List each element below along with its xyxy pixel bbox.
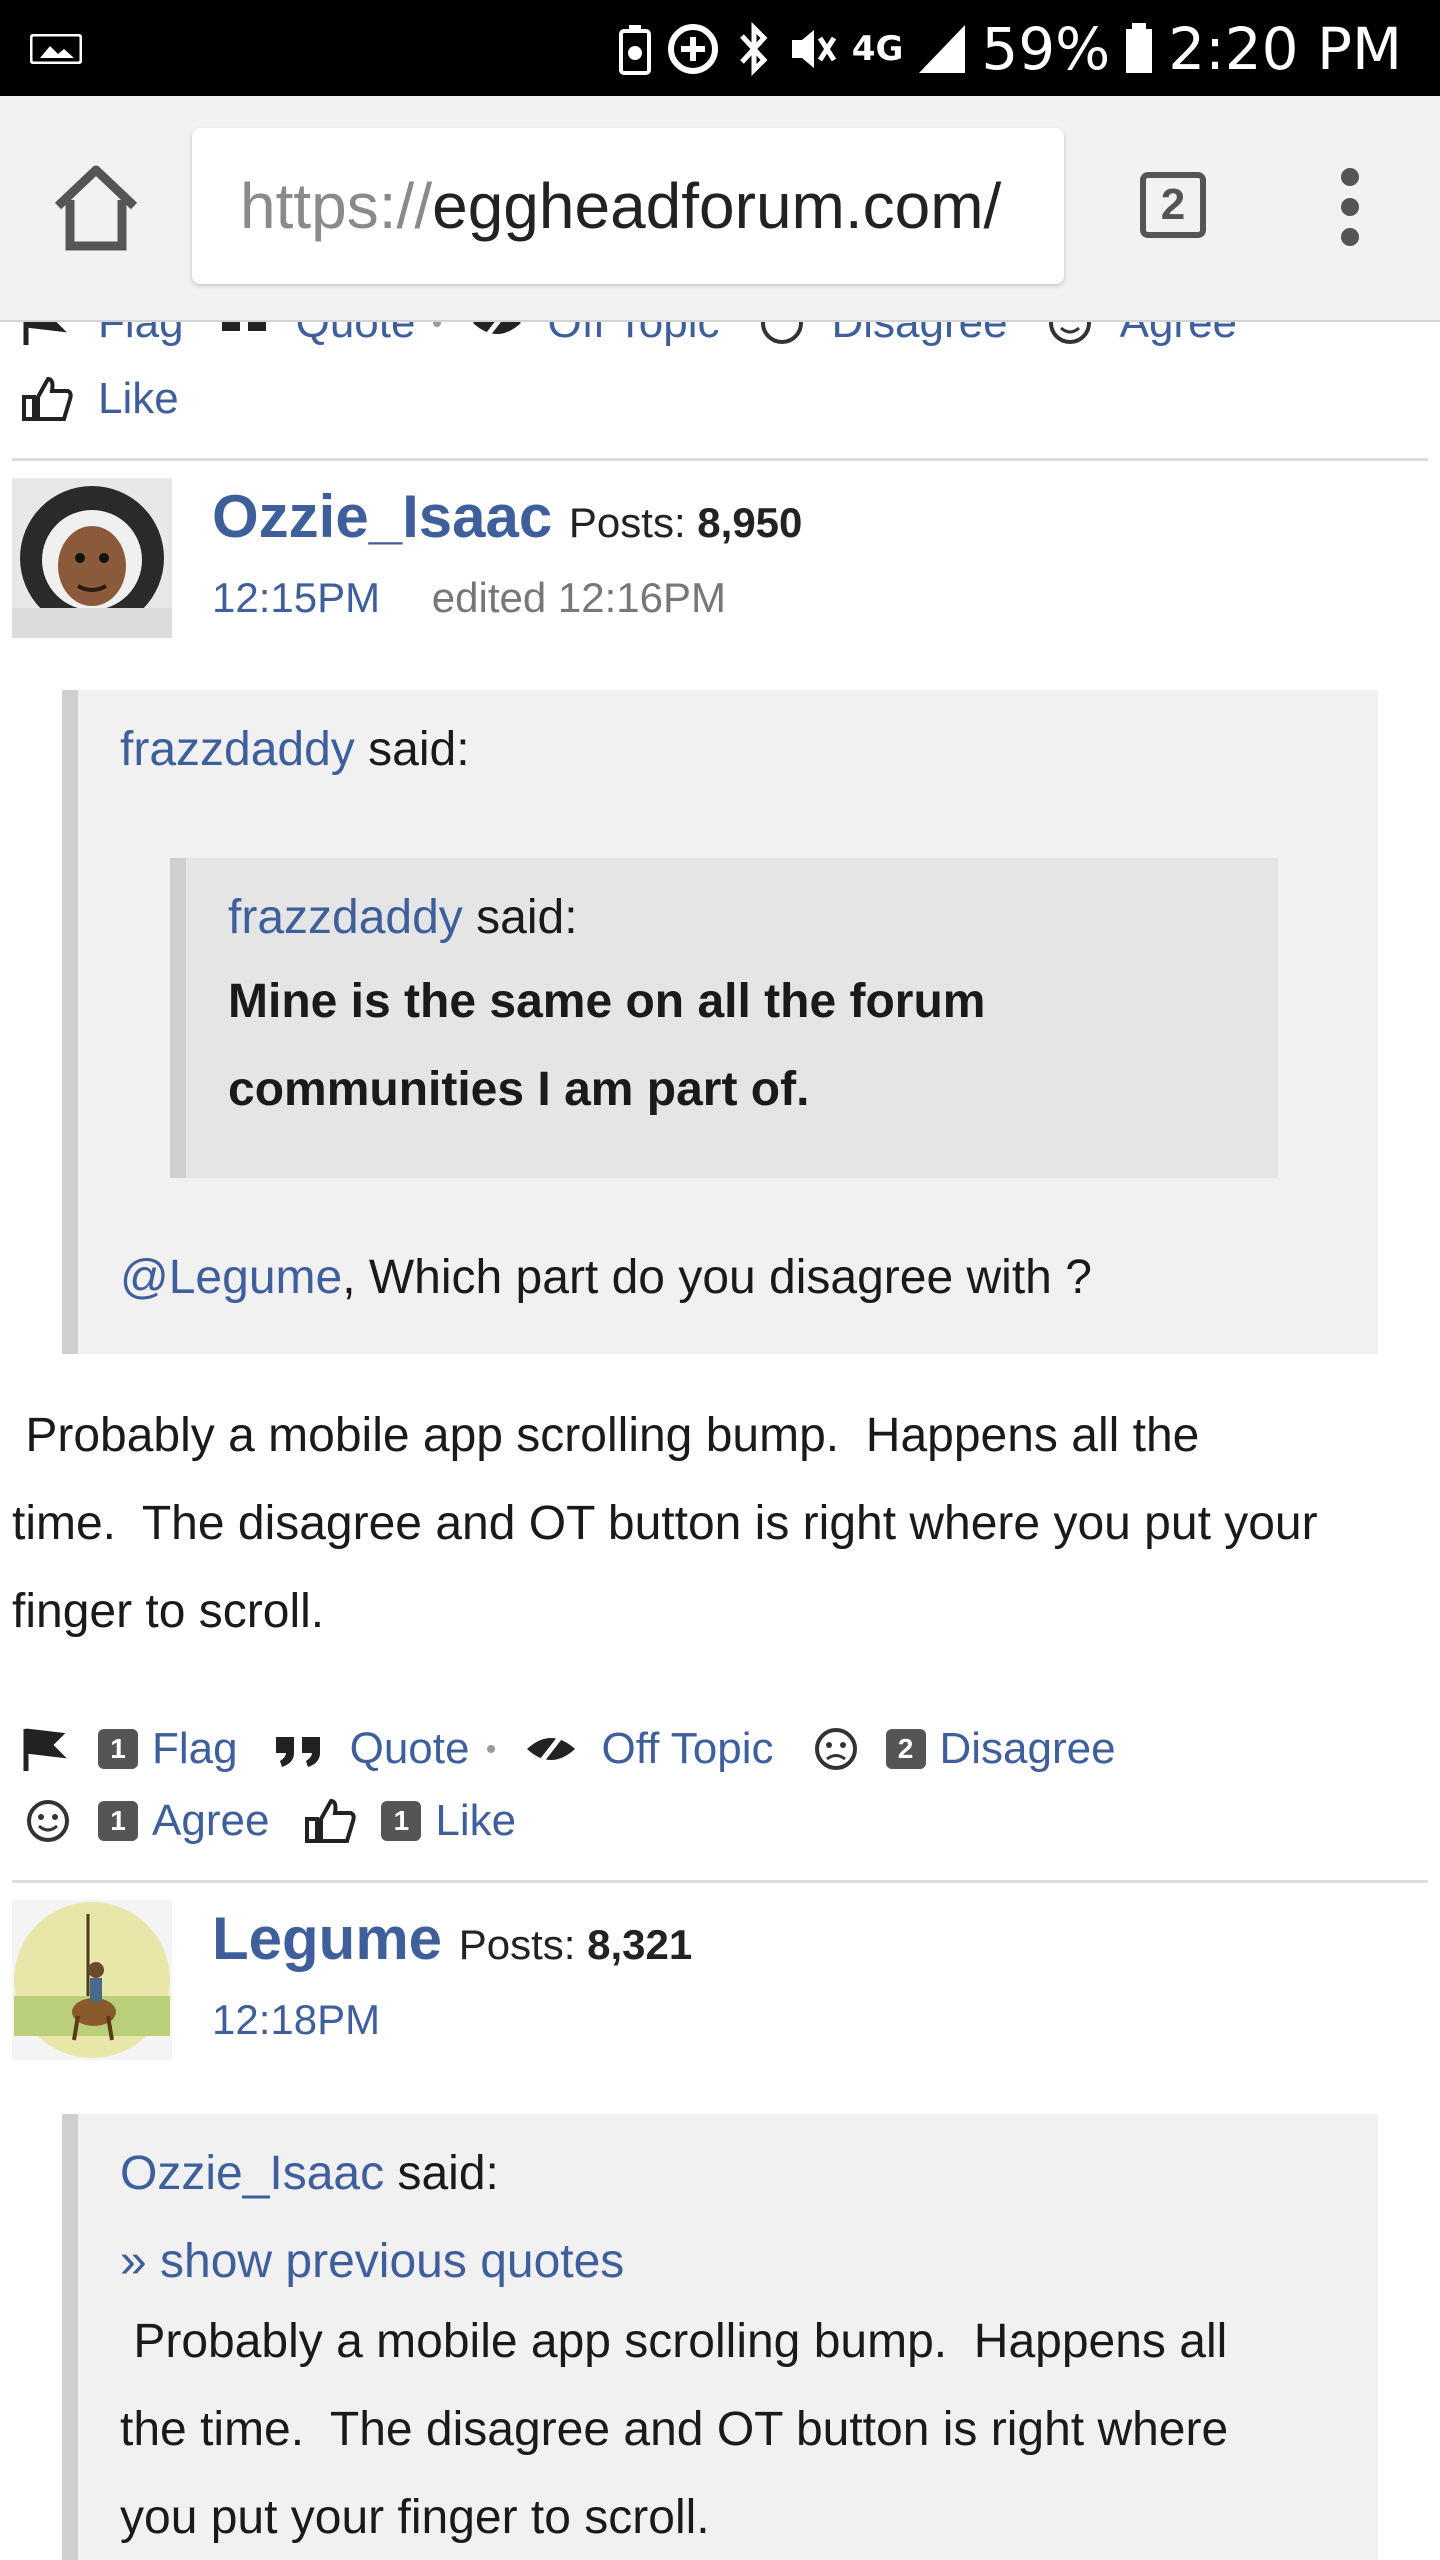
network-type: 4G bbox=[851, 29, 904, 69]
data-saver-icon bbox=[667, 24, 718, 74]
said-label: said: bbox=[476, 891, 578, 944]
nested-quote-line: Mine is the same on all the forum bbox=[228, 975, 986, 1028]
tab-switcher-button[interactable]: 2 bbox=[1140, 172, 1206, 238]
show-previous-quotes-link[interactable]: » show previous quotes bbox=[120, 2234, 624, 2289]
post-meta: 12:15PM edited 12:16PM bbox=[212, 574, 726, 622]
home-icon[interactable] bbox=[50, 162, 142, 252]
battery-icon bbox=[1126, 23, 1153, 73]
disagree-link[interactable]: Disagree bbox=[940, 1724, 1116, 1774]
like-count-badge: 1 bbox=[381, 1801, 422, 1841]
post-body: Probably a mobile app scrolling bump. Ha… bbox=[12, 1392, 1432, 1656]
said-label: said: bbox=[397, 2147, 499, 2200]
url-bar[interactable]: https://eggheadforum.com/ bbox=[192, 128, 1064, 284]
photo-notification-icon bbox=[30, 34, 82, 64]
disagree-count-badge: 2 bbox=[885, 1729, 926, 1769]
disagree-icon bbox=[760, 322, 803, 344]
separator-dot bbox=[433, 322, 442, 327]
quote-author-link[interactable]: frazzdaddy bbox=[120, 723, 355, 776]
off-topic-link[interactable]: Off Topic bbox=[547, 322, 719, 348]
posts-label: Posts: bbox=[568, 499, 686, 546]
agree-link[interactable]: Agree bbox=[152, 1796, 269, 1846]
nested-quote-line: communities I am part of. bbox=[228, 1063, 810, 1116]
flag-count-badge: 1 bbox=[98, 1729, 138, 1769]
author-link[interactable]: Legume bbox=[212, 1905, 442, 1972]
nested-quote-author-link[interactable]: frazzdaddy bbox=[228, 891, 463, 944]
mention-link[interactable]: @Legume bbox=[120, 1251, 342, 1304]
posts-count: 8,321 bbox=[587, 1921, 693, 1968]
divider bbox=[12, 458, 1428, 461]
author-link[interactable]: Ozzie_Isaac bbox=[212, 483, 552, 550]
like-icon bbox=[22, 377, 73, 421]
avatar[interactable] bbox=[12, 1900, 172, 2060]
battery-percent: 59% bbox=[981, 15, 1111, 83]
post-author: Legume Posts: 8,321 bbox=[212, 1904, 692, 1973]
nested-quote-attribution: frazzdaddy said: bbox=[228, 890, 578, 945]
post-body-line: finger to scroll. bbox=[12, 1585, 325, 1638]
url-host: eggheadforum.com/ bbox=[432, 170, 1002, 242]
quote-icon bbox=[275, 1737, 320, 1767]
post-author: Ozzie_Isaac Posts: 8,950 bbox=[212, 482, 802, 551]
off-topic-link[interactable]: Off Topic bbox=[601, 1724, 773, 1774]
agree-link[interactable]: Agree bbox=[1120, 322, 1237, 348]
quote-attribution: frazzdaddy said: bbox=[120, 722, 470, 777]
like-link[interactable]: Like bbox=[98, 374, 179, 424]
quote-icon bbox=[221, 322, 266, 331]
post-time-link[interactable]: 12:18PM bbox=[212, 1996, 380, 2043]
separator-dot bbox=[487, 1745, 496, 1753]
agree-icon bbox=[27, 1800, 69, 1842]
flag-link[interactable]: Flag bbox=[98, 322, 184, 348]
edited-note: edited 12:16PM bbox=[431, 574, 726, 621]
browser-toolbar: https://eggheadforum.com/ 2 bbox=[0, 96, 1440, 322]
quote-link[interactable]: Quote bbox=[296, 322, 416, 348]
posts-count: 8,950 bbox=[697, 499, 803, 546]
quote-line: the time. The disagree and OT button is … bbox=[120, 2403, 1229, 2456]
overflow-menu-icon[interactable] bbox=[1322, 168, 1378, 250]
agree-icon bbox=[1048, 322, 1091, 344]
status-bar: 4G 59% 2:20 PM bbox=[0, 0, 1440, 96]
signal-icon bbox=[919, 25, 966, 73]
post-body-line: Probably a mobile app scrolling bump. Ha… bbox=[12, 1409, 1200, 1462]
blockquote: Ozzie_Isaac said: » show previous quotes… bbox=[62, 2114, 1378, 2560]
off-topic-icon bbox=[473, 322, 522, 343]
clock: 2:20 PM bbox=[1168, 15, 1402, 83]
vibrate-mute-icon bbox=[791, 30, 836, 68]
quote-link[interactable]: Quote bbox=[350, 1724, 470, 1774]
post-time-link[interactable]: 12:15PM bbox=[212, 574, 380, 621]
agree-count-badge: 1 bbox=[98, 1801, 138, 1841]
divider bbox=[12, 1880, 1428, 1883]
quote-author-link[interactable]: Ozzie_Isaac bbox=[120, 2147, 384, 2200]
reaction-bar-previous-row2: Like bbox=[20, 374, 213, 424]
flag-icon bbox=[23, 322, 67, 345]
reaction-bar-row2: 1 Agree 1 Like bbox=[20, 1796, 550, 1846]
disagree-icon bbox=[814, 1728, 857, 1770]
like-link[interactable]: Like bbox=[435, 1796, 516, 1846]
flag-icon bbox=[23, 1728, 67, 1771]
battery-saver-icon bbox=[618, 25, 651, 75]
nested-blockquote: frazzdaddy said: Mine is the same on all… bbox=[170, 858, 1278, 1178]
reaction-bar: 1 Flag Quote Off Topic 2 Disagree bbox=[20, 1724, 1150, 1774]
forum-thread: Flag Quote Off Topic Disagree Agree Like… bbox=[0, 322, 1440, 2560]
off-topic-icon bbox=[527, 1729, 576, 1769]
posts-label: Posts: bbox=[458, 1921, 576, 1968]
quote-attribution: Ozzie_Isaac said: bbox=[120, 2146, 499, 2201]
said-label: said: bbox=[368, 723, 470, 776]
bluetooth-icon bbox=[739, 22, 768, 76]
reaction-bar-previous: Flag Quote Off Topic Disagree Agree bbox=[20, 322, 1271, 348]
quote-line: Probably a mobile app scrolling bump. Ha… bbox=[120, 2315, 1228, 2368]
flag-link[interactable]: Flag bbox=[152, 1724, 238, 1774]
like-icon bbox=[305, 1799, 357, 1843]
quote-text-body: , Which part do you disagree with ? bbox=[342, 1251, 1092, 1304]
quote-line: you put your finger to scroll. bbox=[120, 2491, 710, 2544]
avatar[interactable] bbox=[12, 478, 172, 638]
blockquote: frazzdaddy said: frazzdaddy said: Mine i… bbox=[62, 690, 1378, 1354]
quote-text: @Legume, Which part do you disagree with… bbox=[120, 1234, 1092, 1322]
url-scheme: https:// bbox=[240, 170, 433, 242]
disagree-link[interactable]: Disagree bbox=[832, 322, 1008, 348]
post-body-line: time. The disagree and OT button is righ… bbox=[12, 1497, 1318, 1550]
post-meta: 12:18PM bbox=[212, 1996, 420, 2044]
